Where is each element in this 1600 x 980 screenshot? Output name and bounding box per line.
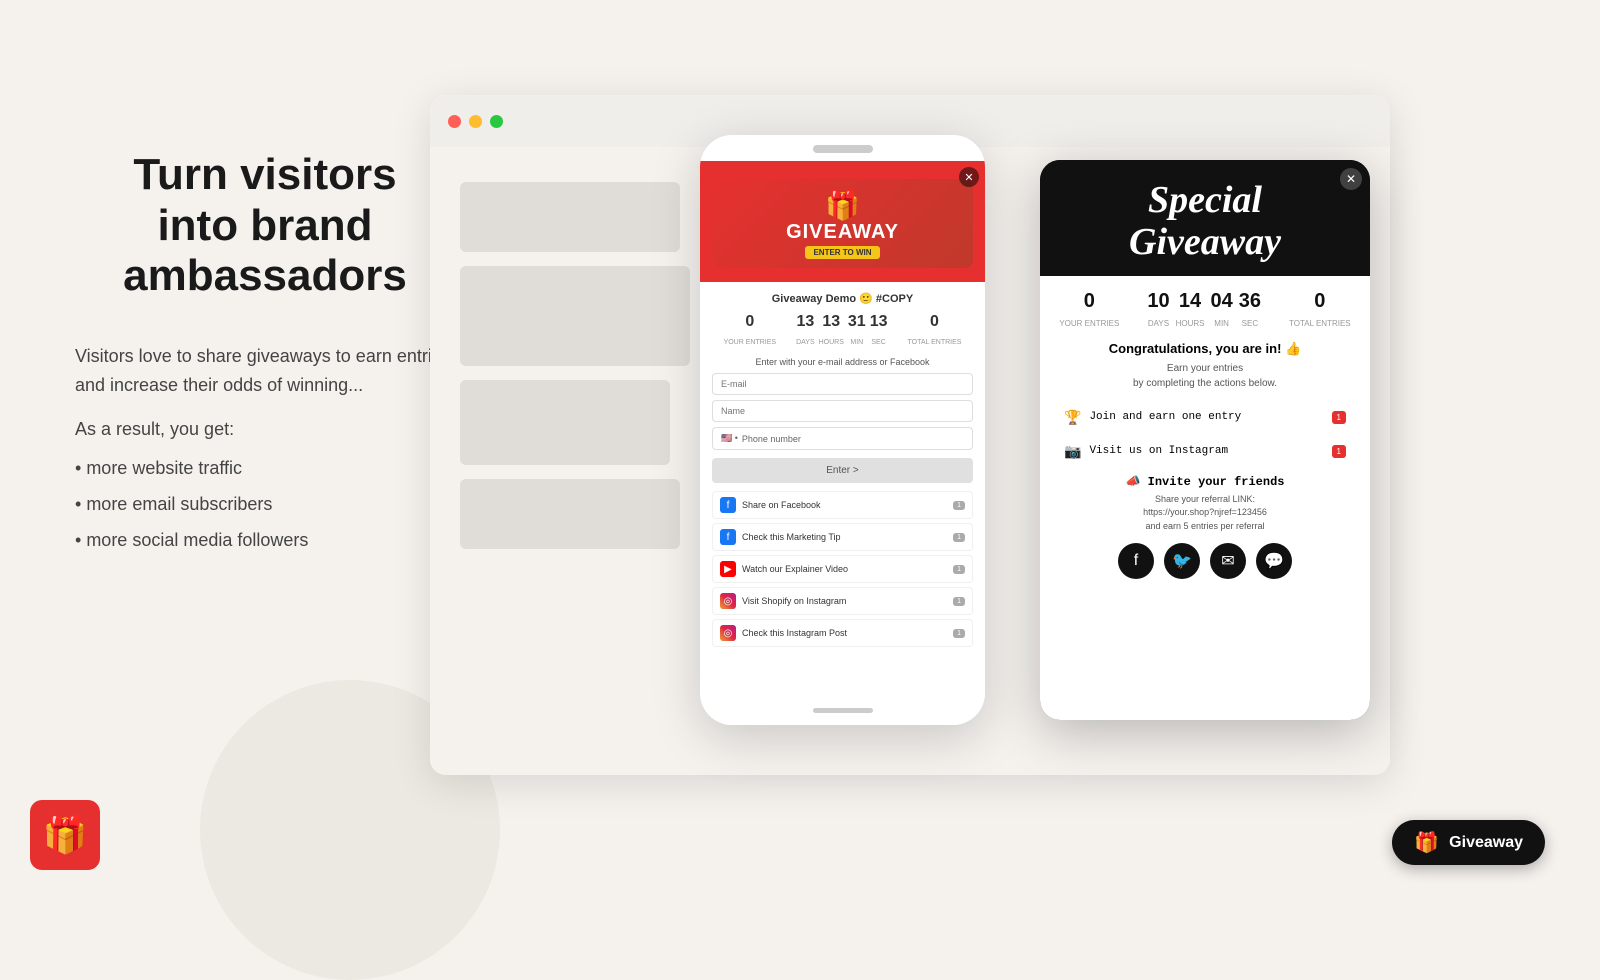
action-badge: 1 [1332, 411, 1346, 424]
total-entries: 0 Total entries [908, 313, 962, 349]
giveaway-popup: 🎁 GIVEAWAY ENTER TO WIN ✕ Giveaway Demo … [700, 161, 985, 725]
list-item: more social media followers [75, 522, 455, 558]
action-badge: 1 [953, 565, 965, 574]
action-badge: 1 [953, 629, 965, 638]
countdown-days: 10 DAYS [1147, 290, 1169, 331]
name-input[interactable] [712, 400, 973, 422]
giveaway-subtitle: ENTER TO WIN [805, 246, 879, 259]
enter-text: Enter with your e-mail address or Facebo… [712, 357, 973, 367]
action-row[interactable]: ▶ Watch our Explainer Video 1 [712, 555, 973, 583]
brand-logo: 🎁 [30, 800, 100, 870]
dark-popup: Special Giveaway ✕ 0 YOUR ENTRIES 10 DAY… [1040, 160, 1370, 720]
action-label: Visit Shopify on Instagram [742, 596, 947, 606]
skeleton-block [460, 479, 680, 549]
browser-dot-green [490, 115, 503, 128]
action-badge: 1 [953, 501, 965, 510]
trophy-icon: 🏆 [1064, 409, 1081, 426]
phone-input[interactable]: 🇺🇸 • Phone number [712, 427, 973, 450]
action-row[interactable]: f Share on Facebook 1 [712, 491, 973, 519]
action-label: Visit us on Instagram [1089, 445, 1323, 457]
gift-icon: 🎁 [720, 189, 965, 222]
skeleton-block [460, 380, 670, 465]
phone-mockup-1: 🎁 GIVEAWAY ENTER TO WIN ✕ Giveaway Demo … [700, 135, 985, 725]
close-button[interactable]: ✕ [1340, 168, 1362, 190]
congrats-text: Congratulations, you are in! 👍 [1056, 341, 1354, 357]
dark-header: Special Giveaway ✕ [1040, 160, 1370, 276]
giveaway-float-button[interactable]: 🎁 Giveaway [1392, 820, 1545, 865]
home-indicator-bar [700, 695, 985, 725]
your-entries: 0 YOUR ENTRIES [1059, 290, 1119, 331]
action-label: Share on Facebook [742, 500, 947, 510]
bullet-list: more website traffic more email subscrib… [75, 450, 455, 558]
earn-text: Earn your entriesby completing the actio… [1056, 361, 1354, 391]
giveaway-body: Giveaway Demo 🙂 #COPY 0 Your entries 13 … [700, 282, 985, 695]
countdown-hours: 14 HOURS [1176, 290, 1205, 331]
skeleton-block [460, 182, 680, 252]
dark-action-row[interactable]: 🏆 Join and earn one entry 1 [1056, 403, 1354, 432]
giveaway-header: 🎁 GIVEAWAY ENTER TO WIN ✕ [700, 161, 985, 282]
messenger-share-button[interactable]: 💬 [1256, 543, 1292, 579]
facebook-icon: f [720, 529, 736, 545]
action-badge: 1 [953, 597, 965, 606]
hero-description: Visitors love to share giveaways to earn… [75, 342, 455, 400]
twitter-share-button[interactable]: 🐦 [1164, 543, 1200, 579]
email-input[interactable] [712, 373, 973, 395]
phone-inner: 🎁 GIVEAWAY ENTER TO WIN ✕ Giveaway Demo … [700, 161, 985, 725]
action-label: Join and earn one entry [1089, 411, 1323, 423]
invite-title: 📣 Invite your friends [1056, 474, 1354, 489]
countdown-sec: 13 SEC [870, 313, 888, 349]
dark-body: 0 YOUR ENTRIES 10 DAYS 14 HOURS 04 MIN [1040, 276, 1370, 720]
action-label: Check this Instagram Post [742, 628, 947, 638]
list-item: more email subscribers [75, 486, 455, 522]
countdown-min: 31 MIN [848, 313, 866, 349]
your-entries: 0 Your entries [724, 313, 777, 349]
facebook-icon: f [720, 497, 736, 513]
countdown-days: 13 DAYS [796, 313, 815, 349]
facebook-share-button[interactable]: f [1118, 543, 1154, 579]
instagram-icon: 📷 [1064, 443, 1081, 460]
main-heading: Turn visitors into brand ambassadors [75, 150, 455, 302]
giveaway-title: GIVEAWAY [720, 222, 965, 242]
logo-icon: 🎁 [30, 800, 100, 870]
dark-countdown-row: 0 YOUR ENTRIES 10 DAYS 14 HOURS 04 MIN [1056, 290, 1354, 331]
countdown-hours: 13 HOURS [819, 313, 844, 349]
skeleton-block [460, 266, 690, 366]
browser-dot-yellow [469, 115, 482, 128]
instagram-icon: ◎ [720, 593, 736, 609]
action-row[interactable]: ◎ Visit Shopify on Instagram 1 [712, 587, 973, 615]
phone-mockup-2: Special Giveaway ✕ 0 YOUR ENTRIES 10 DAY… [1040, 160, 1370, 720]
invite-link-text: Share your referral LINK: https://your.s… [1056, 493, 1354, 534]
invite-section: 📣 Invite your friends Share your referra… [1056, 474, 1354, 580]
home-indicator [813, 708, 873, 713]
action-label: Check this Marketing Tip [742, 532, 947, 542]
action-row[interactable]: ◎ Check this Instagram Post 1 [712, 619, 973, 647]
gift-icon: 🎁 [1414, 830, 1439, 855]
email-share-button[interactable]: ✉ [1210, 543, 1246, 579]
hero-section: Turn visitors into brand ambassadors Vis… [75, 150, 455, 558]
close-button[interactable]: ✕ [959, 167, 979, 187]
website-skeleton [460, 177, 730, 745]
countdown-row: 0 Your entries 13 DAYS 13 HOURS 31 MIN [712, 313, 973, 349]
demo-title: Giveaway Demo 🙂 #COPY [712, 292, 973, 305]
instagram-icon: ◎ [720, 625, 736, 641]
list-item: more website traffic [75, 450, 455, 486]
result-label: As a result, you get: [75, 419, 455, 440]
total-entries: 0 Total entries [1289, 290, 1351, 331]
giveaway-button-label: Giveaway [1449, 834, 1523, 852]
phone-notch [813, 145, 873, 153]
enter-button[interactable]: Enter > [712, 458, 973, 483]
countdown-sec: 36 SEC [1239, 290, 1261, 331]
browser-dot-red [448, 115, 461, 128]
giveaway-banner: 🎁 GIVEAWAY ENTER TO WIN [712, 179, 973, 268]
youtube-icon: ▶ [720, 561, 736, 577]
action-badge: 1 [953, 533, 965, 542]
action-row[interactable]: f Check this Marketing Tip 1 [712, 523, 973, 551]
dark-title: Special Giveaway [1056, 180, 1354, 264]
action-badge: 1 [1332, 445, 1346, 458]
countdown-min: 04 MIN [1211, 290, 1233, 331]
social-icons-row: f 🐦 ✉ 💬 [1056, 543, 1354, 579]
action-label: Watch our Explainer Video [742, 564, 947, 574]
dark-action-row[interactable]: 📷 Visit us on Instagram 1 [1056, 437, 1354, 466]
